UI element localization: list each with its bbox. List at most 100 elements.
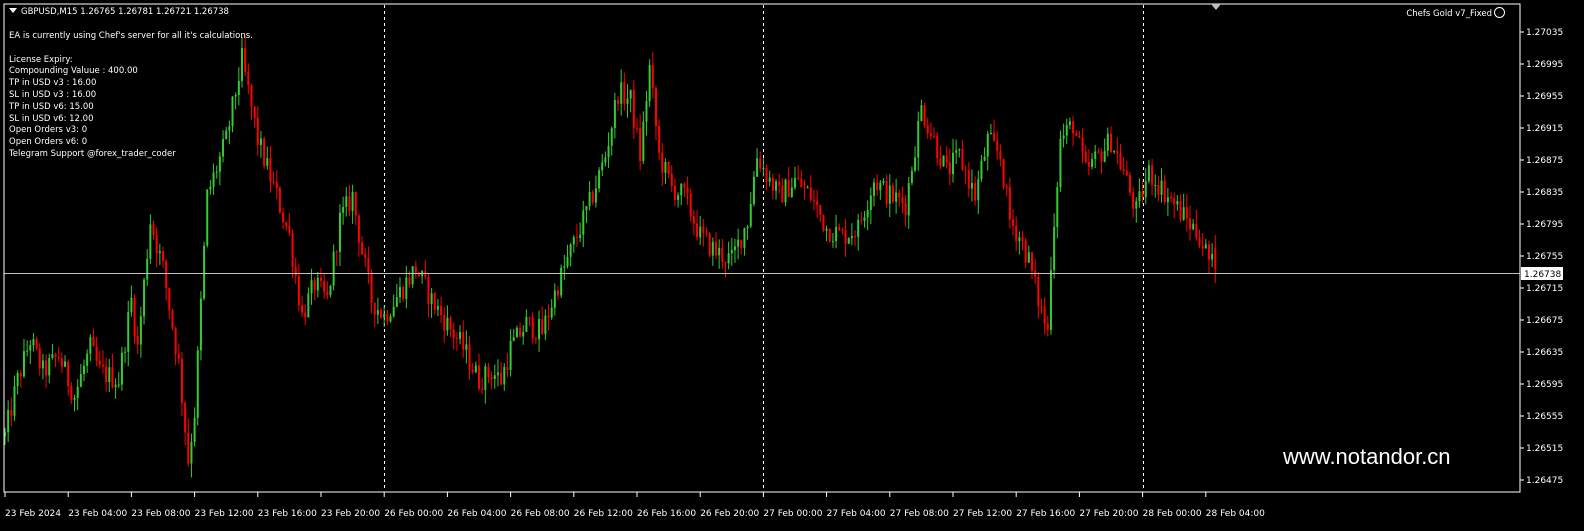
time-tick-label: 27 Feb 00:00: [763, 509, 822, 519]
expert-advisor-label[interactable]: Chefs Gold v7_Fixed: [1406, 7, 1505, 21]
candle: [923, 102, 926, 128]
candle-body: [873, 182, 875, 196]
candle-body: [869, 195, 872, 211]
candle-body: [594, 188, 597, 203]
candle-body: [1166, 197, 1169, 202]
candle-body: [313, 280, 316, 291]
candle-body: [964, 169, 967, 171]
candle-body: [664, 162, 667, 173]
candle-body: [910, 170, 913, 183]
candle-body: [648, 64, 651, 102]
candle-body: [765, 167, 768, 182]
candle-body: [746, 226, 749, 229]
shift-marker-icon[interactable]: [1211, 4, 1221, 10]
time-tick-label: 23 Feb 16:00: [258, 509, 317, 519]
candle: [560, 264, 563, 298]
candle-body: [654, 87, 657, 127]
candle-body: [1018, 237, 1021, 242]
candle-body: [436, 306, 439, 310]
price-tick-label: 1.26915: [1526, 124, 1563, 134]
candle-body: [168, 287, 171, 311]
candle-body: [974, 182, 977, 201]
candle: [648, 59, 651, 108]
candle-body: [1075, 133, 1078, 136]
candle-body: [177, 353, 180, 359]
candle-body: [487, 366, 490, 377]
candle: [171, 308, 174, 331]
candle-body: [879, 182, 882, 191]
candle-body: [1154, 184, 1157, 186]
candle-body: [367, 257, 370, 273]
time-tick-label: 27 Feb 04:00: [827, 509, 886, 519]
candle-body: [370, 272, 373, 303]
collapse-triangle-icon[interactable]: [9, 8, 17, 13]
candle-body: [588, 192, 591, 207]
candle: [1128, 171, 1131, 196]
candle-body: [503, 366, 506, 385]
ea-info-panel: EA is currently using Chef's server for …: [9, 31, 253, 161]
candle-body: [1141, 191, 1144, 198]
candle-body: [1046, 323, 1049, 330]
candle-body: [345, 196, 348, 207]
candle-body: [395, 297, 398, 307]
candle-body: [1065, 125, 1068, 136]
candle-body: [1125, 170, 1128, 176]
candle-body: [762, 167, 765, 169]
candle: [784, 178, 787, 207]
candle-body: [51, 354, 54, 358]
candle-body: [484, 366, 487, 390]
candle-body: [1176, 200, 1179, 205]
candle-body: [1195, 223, 1198, 238]
candle-body: [386, 313, 389, 322]
info-line: TP in USD v6: 15.00: [9, 101, 94, 112]
price-tick-label: 1.26955: [1526, 92, 1563, 102]
candle-body: [1192, 223, 1195, 230]
time-tick-label: 27 Feb 08:00: [890, 509, 949, 519]
symbol-title: GBPUSD,M15 1.26765 1.26781 1.26721 1.267…: [9, 7, 229, 19]
candle-body: [86, 353, 89, 366]
candle-body: [784, 179, 787, 203]
candle-body: [67, 361, 70, 386]
candle-body: [187, 432, 190, 464]
candle-body: [585, 206, 588, 211]
candle-body: [351, 191, 354, 211]
candle: [1002, 158, 1005, 190]
price-tick-label: 1.26755: [1526, 252, 1563, 262]
candle-body: [1198, 237, 1201, 247]
candle-body: [455, 338, 458, 340]
candle-body: [155, 234, 158, 254]
candle-body: [989, 133, 992, 135]
candle-body: [408, 277, 411, 285]
candle-body: [752, 176, 755, 205]
candle-body: [354, 191, 357, 216]
candle-body: [986, 133, 989, 157]
candle-body: [904, 203, 907, 216]
candle-body: [124, 351, 127, 353]
candle-body: [392, 306, 395, 317]
candle-body: [83, 365, 85, 375]
time-tick-label: 27 Feb 12:00: [953, 509, 1012, 519]
candle-body: [999, 151, 1002, 160]
candle-body: [1072, 121, 1075, 134]
candle-body: [13, 386, 16, 416]
candle-body: [162, 251, 164, 261]
time-tick-label: 23 Feb 04:00: [68, 509, 127, 519]
candle-body: [907, 182, 910, 216]
candle-body: [45, 360, 48, 376]
candle-body: [1157, 184, 1160, 195]
candle-body: [212, 172, 215, 187]
candle-body: [263, 138, 266, 166]
candle-body: [449, 317, 452, 330]
candle-body: [809, 187, 812, 200]
candle-body: [658, 126, 661, 153]
candle-body: [819, 205, 822, 215]
time-tick-label: 23 Feb 2024: [5, 509, 61, 519]
candle-body: [733, 246, 736, 251]
candle-body: [1211, 254, 1214, 260]
candle-body: [528, 317, 531, 319]
candle-body: [977, 179, 980, 201]
price-tick-label: 1.26795: [1526, 220, 1563, 230]
candle-body: [1084, 151, 1087, 163]
candle-body: [389, 316, 392, 322]
candle-body: [582, 210, 585, 235]
